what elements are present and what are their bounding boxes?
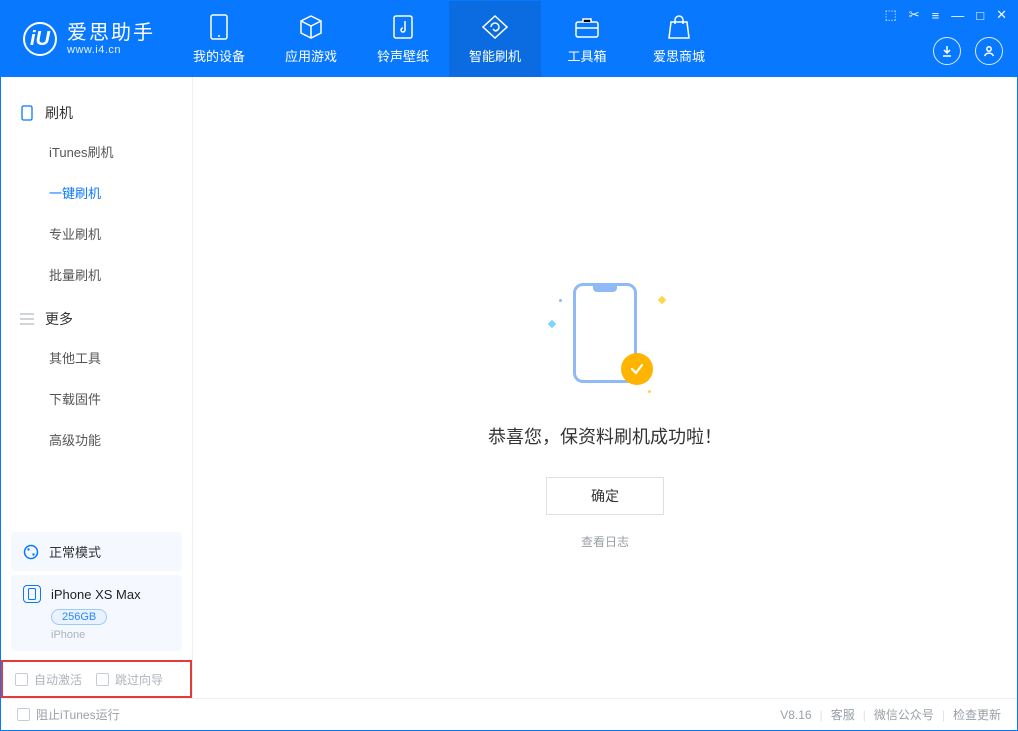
minimize-button[interactable]: — — [951, 8, 964, 23]
checkbox-icon — [17, 708, 30, 721]
mode-label: 正常模式 — [49, 542, 101, 561]
device-capacity-badge: 256GB — [51, 609, 107, 625]
version-label: V8.16 — [780, 708, 811, 722]
cube-icon — [298, 14, 324, 40]
tab-label: 铃声壁纸 — [377, 46, 429, 65]
main-area: 恭喜您，保资料刷机成功啦！ 确定 查看日志 — [193, 77, 1017, 698]
status-link-support[interactable]: 客服 — [831, 706, 855, 723]
sidebar-group-title: 更多 — [1, 301, 192, 337]
sidebar-item-itunes-flash[interactable]: iTunes刷机 — [1, 131, 192, 172]
status-link-wechat[interactable]: 微信公众号 — [874, 706, 934, 723]
sidebar-item-download-firmware[interactable]: 下载固件 — [1, 378, 192, 419]
sidebar-item-advanced[interactable]: 高级功能 — [1, 419, 192, 460]
device-icon — [206, 14, 232, 40]
tab-label: 应用游戏 — [285, 46, 337, 65]
menu-icon[interactable]: ≡ — [932, 8, 940, 23]
brand-title: 爱思助手 — [67, 22, 155, 44]
sidebar-group-flash: 刷机 iTunes刷机 一键刷机 专业刷机 批量刷机 — [1, 95, 192, 301]
header-right-icons — [933, 37, 1003, 65]
checkbox-stop-itunes[interactable]: 阻止iTunes运行 — [17, 706, 120, 723]
phone-small-icon — [19, 105, 35, 121]
tab-apps-games[interactable]: 应用游戏 — [265, 1, 357, 77]
main-tabs: 我的设备 应用游戏 铃声壁纸 智能刷机 — [173, 1, 725, 77]
success-title: 恭喜您，保资料刷机成功啦！ — [488, 423, 722, 449]
bag-icon — [666, 14, 692, 40]
window-controls: ⬚ ✂ ≡ — □ ✕ — [884, 7, 1007, 23]
checkbox-icon — [96, 673, 109, 686]
download-button[interactable] — [933, 37, 961, 65]
ok-button[interactable]: 确定 — [546, 477, 664, 515]
user-button[interactable] — [975, 37, 1003, 65]
logo-icon: iU — [23, 22, 57, 56]
view-log-link[interactable]: 查看日志 — [581, 533, 629, 550]
checkbox-icon — [15, 673, 28, 686]
sidebar-item-other-tools[interactable]: 其他工具 — [1, 337, 192, 378]
refresh-icon — [482, 14, 508, 40]
tab-ringtone-wallpaper[interactable]: 铃声壁纸 — [357, 1, 449, 77]
statusbar: 阻止iTunes运行 V8.16 | 客服 | 微信公众号 | 检查更新 — [1, 698, 1017, 730]
toolbox-icon — [574, 14, 600, 40]
feedback-icon[interactable]: ✂ — [909, 7, 920, 23]
tab-label: 智能刷机 — [469, 46, 521, 65]
tab-store[interactable]: 爱思商城 — [633, 1, 725, 77]
checkbox-auto-activate[interactable]: 自动激活 — [15, 671, 82, 688]
sidebar-item-batch-flash[interactable]: 批量刷机 — [1, 254, 192, 295]
sidebar: 刷机 iTunes刷机 一键刷机 专业刷机 批量刷机 更多 其他工具 — [1, 77, 193, 698]
tab-label: 我的设备 — [193, 46, 245, 65]
list-icon — [19, 311, 35, 327]
checkbox-skip-guide[interactable]: 跳过向导 — [96, 671, 163, 688]
maximize-button[interactable]: □ — [976, 8, 984, 23]
body: 刷机 iTunes刷机 一键刷机 专业刷机 批量刷机 更多 其他工具 — [1, 77, 1017, 698]
check-icon — [621, 353, 653, 385]
device-card[interactable]: iPhone XS Max 256GB iPhone — [11, 575, 182, 651]
sidebar-item-onekey-flash[interactable]: 一键刷机 — [1, 172, 192, 213]
device-type: iPhone — [51, 629, 170, 641]
sidebar-options: 自动激活 跳过向导 — [1, 660, 192, 698]
music-icon — [390, 14, 416, 40]
device-name: iPhone XS Max — [51, 587, 141, 602]
status-link-update[interactable]: 检查更新 — [953, 706, 1001, 723]
tab-my-device[interactable]: 我的设备 — [173, 1, 265, 77]
success-illustration — [545, 277, 665, 397]
sidebar-group-title: 刷机 — [1, 95, 192, 131]
sidebar-group-more: 更多 其他工具 下载固件 高级功能 — [1, 301, 192, 466]
brand-logo: iU 爱思助手 www.i4.cn — [1, 1, 173, 77]
tab-label: 爱思商城 — [653, 46, 705, 65]
tab-label: 工具箱 — [567, 46, 606, 65]
close-button[interactable]: ✕ — [996, 7, 1007, 23]
device-small-icon — [23, 585, 41, 603]
sidebar-item-pro-flash[interactable]: 专业刷机 — [1, 213, 192, 254]
mode-panel[interactable]: 正常模式 — [11, 532, 182, 571]
brand-subtitle: www.i4.cn — [67, 44, 155, 56]
titlebar: iU 爱思助手 www.i4.cn 我的设备 应用游戏 — [1, 1, 1017, 77]
theme-icon[interactable]: ⬚ — [884, 7, 896, 23]
mode-icon — [23, 544, 39, 560]
tab-toolbox[interactable]: 工具箱 — [541, 1, 633, 77]
app-window: iU 爱思助手 www.i4.cn 我的设备 应用游戏 — [0, 0, 1018, 731]
tab-smart-flash[interactable]: 智能刷机 — [449, 1, 541, 77]
